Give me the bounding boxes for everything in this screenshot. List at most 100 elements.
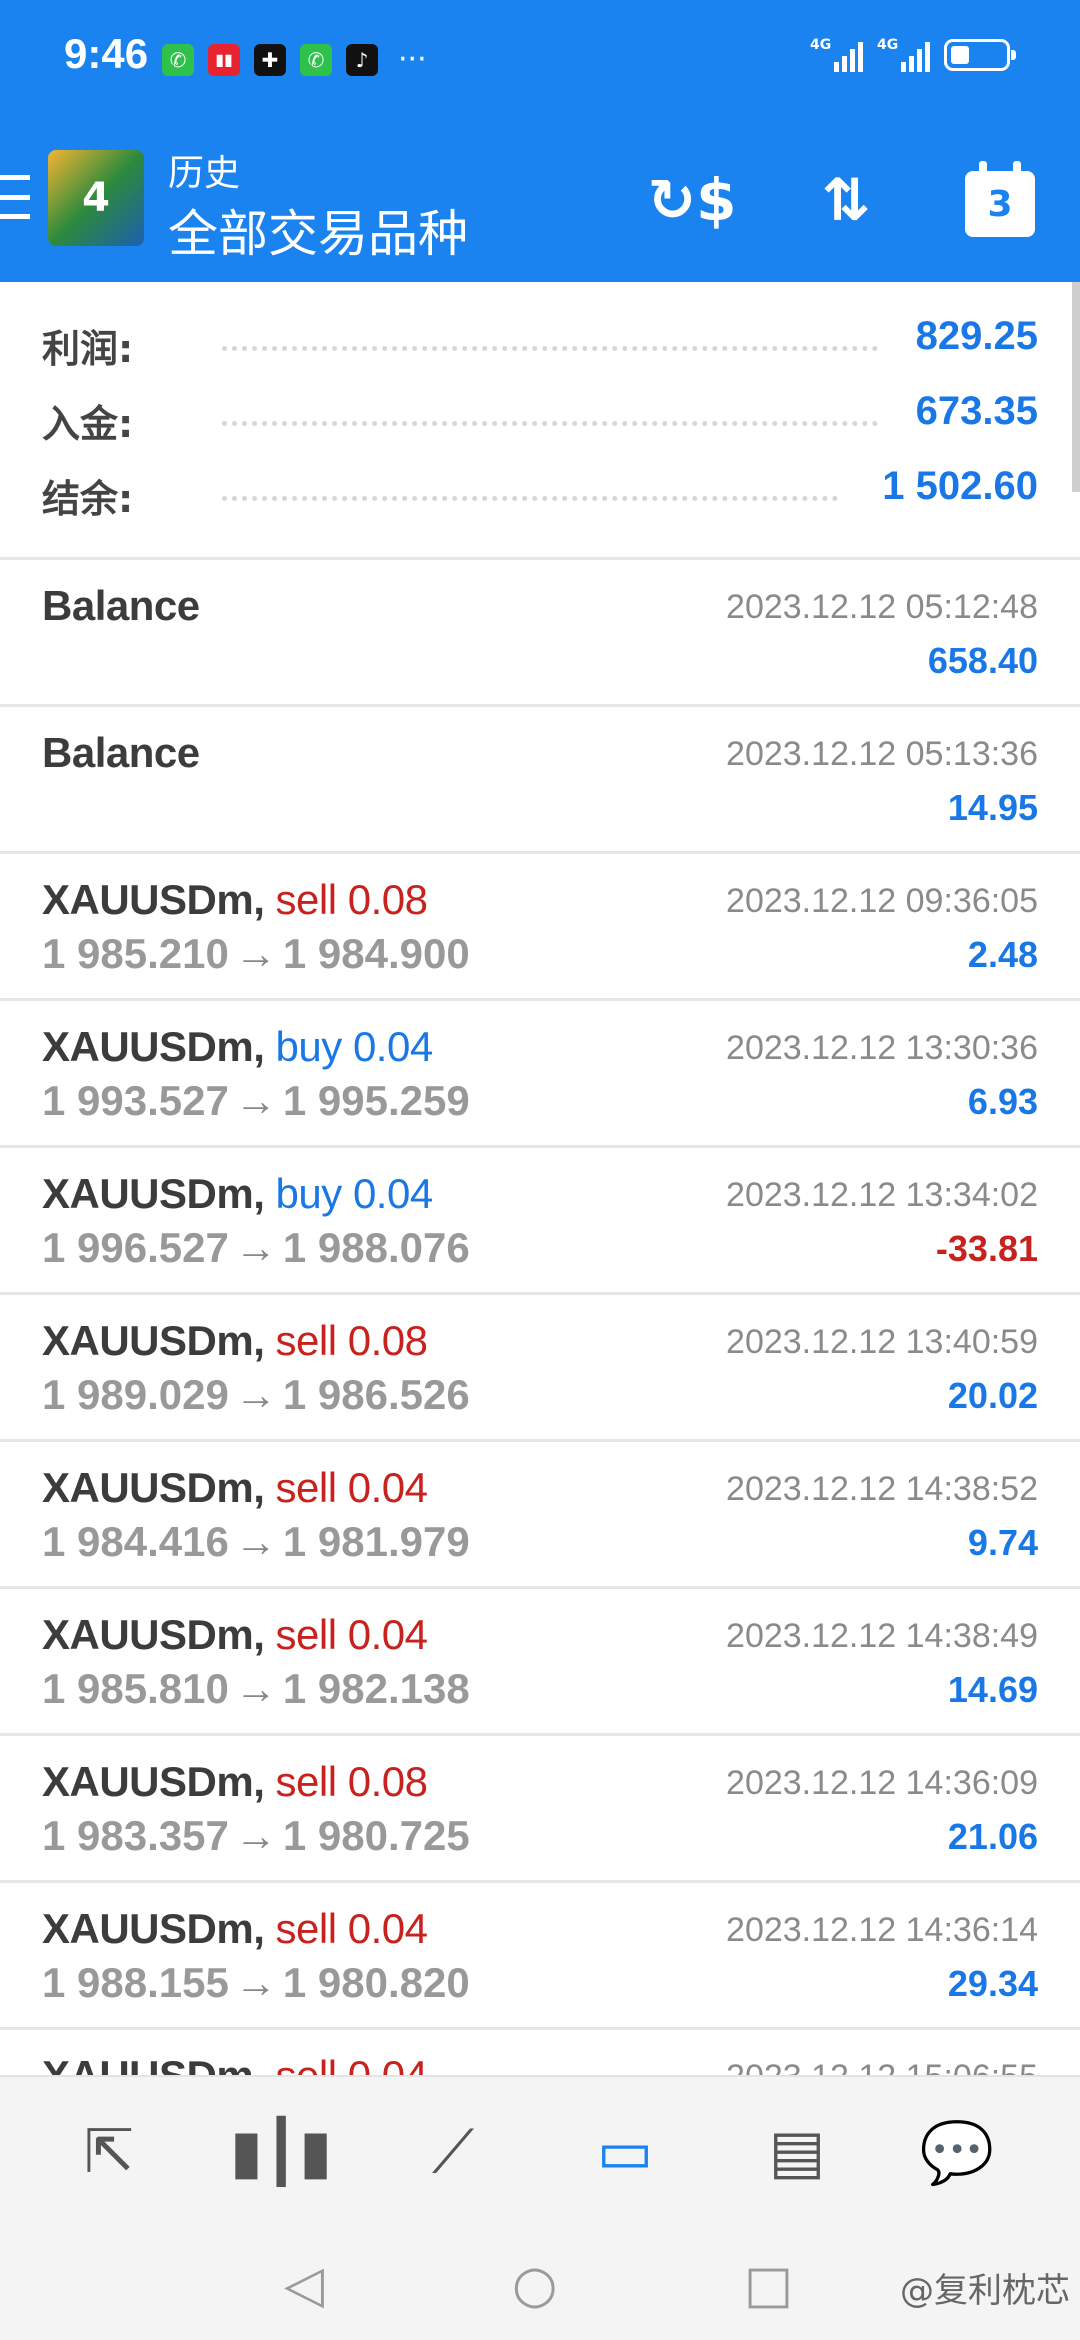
close-price: 1 988.076 xyxy=(282,1224,470,1271)
calendar-icon[interactable]: 3 xyxy=(960,160,1040,240)
arrow-right-icon: → xyxy=(234,1959,277,2006)
deal-side: buy 0.04 xyxy=(275,1023,434,1070)
deal-prices: 1 983.357 → 1 980.725 xyxy=(42,1812,470,1860)
menu-icon[interactable] xyxy=(0,175,30,219)
wechat-icon: ✆ xyxy=(300,43,332,76)
open-price: 1 985.210 xyxy=(42,930,229,977)
deal-datetime: 2023.12.12 14:38:49 xyxy=(726,1617,1038,1655)
arrow-right-icon: → xyxy=(234,1518,277,1565)
deal-row[interactable]: XAUUSDm, sell 0.08 1 989.029 → 1 986.526 202… xyxy=(0,1295,1080,1442)
deal-profit: 14.69 xyxy=(947,1669,1038,1710)
deal-row[interactable]: XAUUSDm, sell 0.04 1 988.155 → 1 980.820 202… xyxy=(0,1883,1080,2030)
deal-prices: 1 984.416 → 1 981.979 xyxy=(42,1518,470,1566)
deal-side: sell 0.04 xyxy=(275,1905,428,1952)
deal-side: sell 0.08 xyxy=(275,876,428,923)
symbol-filter[interactable]: 全部交易品种 xyxy=(168,194,468,266)
candlestick-chart-icon[interactable]: ▮┃▮ xyxy=(230,2107,332,2197)
more-notifications-icon: ··· xyxy=(398,42,427,77)
deal-row[interactable]: XAUUSDm, sell 0.04 1 985.810 → 1 982.138 202… xyxy=(0,1589,1080,1736)
open-price: 1 989.029 xyxy=(42,1371,229,1418)
deal-prices: 1 985.210 → 1 984.900 xyxy=(42,930,470,978)
deal-row[interactable]: XAUUSDm, buy 0.04 1 993.527 → 1 995.259 2023… xyxy=(0,1001,1080,1148)
arrow-right-icon: → xyxy=(234,1224,277,1271)
wechat-icon: ✆ xyxy=(162,43,194,76)
open-price: 1 985.810 xyxy=(42,1665,229,1712)
deal-prices: 1 996.527 → 1 988.076 xyxy=(42,1224,470,1272)
deal-row[interactable]: XAUUSDm, sell 0.08 1 983.357 → 1 980.725 202… xyxy=(0,1736,1080,1883)
deal-profit: 6.93 xyxy=(967,1081,1038,1122)
deal-profit: 29.34 xyxy=(947,1963,1038,2004)
deal-symbol: XAUUSDm, sell 0.04 xyxy=(42,1905,428,1952)
arrow-right-icon: → xyxy=(234,1077,277,1124)
deal-symbol: XAUUSDm, sell 0.08 xyxy=(42,876,428,923)
open-price: 1 983.357 xyxy=(42,1812,229,1859)
open-price: 1 984.416 xyxy=(42,1518,229,1565)
deal-symbol: XAUUSDm, buy 0.04 xyxy=(42,1170,433,1217)
arrow-right-icon: → xyxy=(234,1812,277,1859)
close-price: 1 995.259 xyxy=(282,1077,470,1124)
deal-side: sell 0.08 xyxy=(275,1758,428,1805)
top-bar: 9:46 ✆ ▮▮ ✚ ✆ ♪ ··· 4G 4G 4 历史 全部交易品种 ↻$… xyxy=(0,0,1080,282)
open-price: 1 988.155 xyxy=(42,1959,229,2006)
sort-icon[interactable]: ⇅ xyxy=(806,160,886,240)
summary-panel: 利润: 829.25 入金: 673.35 结余: 1 502.60 xyxy=(0,282,1080,560)
red-app-icon: ▮▮ xyxy=(208,43,240,76)
battery-icon xyxy=(944,39,1016,71)
deal-datetime: 2023.12.12 14:38:52 xyxy=(726,1470,1038,1508)
summary-label: 入金: xyxy=(42,402,134,446)
home-icon[interactable]: ○ xyxy=(512,2255,557,2315)
deal-datetime: 2023.12.12 05:12:48 xyxy=(726,588,1038,626)
news-icon[interactable]: ▤ xyxy=(752,2107,842,2197)
deals-list[interactable]: Balance 2023.12.12 05:12:48 658.40 Balance 2… xyxy=(0,560,1080,2075)
signal-icon: 4G xyxy=(810,38,863,72)
scrollbar[interactable] xyxy=(1072,282,1080,492)
deal-row[interactable]: XAUUSDm, buy 0.04 1 996.527 → 1 988.076 2023… xyxy=(0,1148,1080,1295)
black-app-icon: ✚ xyxy=(254,43,286,76)
deal-row[interactable]: XAUUSDm, sell 0.04 1 984.416 → 1 981.979 202… xyxy=(0,1442,1080,1589)
deal-profit: 9.74 xyxy=(967,1522,1038,1563)
deal-datetime: 2023.12.12 13:34:02 xyxy=(726,1176,1038,1214)
deal-profit: 21.06 xyxy=(947,1816,1038,1857)
deal-row[interactable]: XAUUSDm, sell 0.04 2023.12.12 15:06:55 xyxy=(0,2030,1080,2075)
deal-symbol: XAUUSDm, sell 0.04 xyxy=(42,2052,428,2075)
summary-profit-row: 利润: 829.25 xyxy=(42,310,1038,371)
metatrader-logo-icon: 4 xyxy=(48,150,144,246)
back-icon[interactable]: ◁ xyxy=(284,2255,324,2315)
summary-balance-row: 结余: 1 502.60 xyxy=(42,460,1038,521)
deal-profit: 658.40 xyxy=(927,640,1038,681)
deal-datetime: 2023.12.12 14:36:14 xyxy=(726,1911,1038,1949)
quotes-arrows-icon[interactable]: ⇱ xyxy=(64,2107,154,2197)
close-price: 1 982.138 xyxy=(282,1665,470,1712)
trade-line-icon[interactable]: ⟋ xyxy=(408,2107,498,2197)
deal-datetime: 2023.12.12 13:30:36 xyxy=(726,1029,1038,1067)
close-price: 1 980.820 xyxy=(282,1959,470,2006)
deal-datetime: 2023.12.12 15:06:55 xyxy=(726,2058,1038,2075)
summary-deposit-row: 入金: 673.35 xyxy=(42,385,1038,446)
deal-row[interactable]: XAUUSDm, sell 0.08 1 985.210 → 1 984.900 202… xyxy=(0,854,1080,1001)
tiktok-icon: ♪ xyxy=(346,43,378,76)
deal-profit: -33.81 xyxy=(935,1228,1038,1269)
open-price: 1 993.527 xyxy=(42,1077,229,1124)
deal-row[interactable]: Balance 2023.12.12 05:13:36 14.95 xyxy=(0,707,1080,854)
deal-symbol: Balance xyxy=(42,729,200,776)
signal-icon: 4G xyxy=(877,38,930,72)
close-price: 1 986.526 xyxy=(282,1371,470,1418)
close-price: 1 980.725 xyxy=(282,1812,470,1859)
deal-prices: 1 989.029 → 1 986.526 xyxy=(42,1371,470,1419)
deal-symbol: XAUUSDm, buy 0.04 xyxy=(42,1023,434,1070)
chat-bubble-icon[interactable]: 💬 xyxy=(912,2107,1002,2197)
deal-symbol: XAUUSDm, sell 0.04 xyxy=(42,1611,428,1658)
deal-row[interactable]: Balance 2023.12.12 05:12:48 658.40 xyxy=(0,560,1080,707)
close-price: 1 984.900 xyxy=(282,930,470,977)
deal-side: sell 0.04 xyxy=(264,2052,428,2075)
recents-icon[interactable]: □ xyxy=(744,2255,793,2315)
currency-exchange-icon[interactable]: ↻$ xyxy=(648,160,737,240)
deal-side: sell 0.08 xyxy=(275,1317,428,1364)
deal-datetime: 2023.12.12 09:36:05 xyxy=(726,882,1038,920)
history-inbox-icon[interactable]: ▭ xyxy=(580,2107,670,2197)
summary-label: 结余: xyxy=(42,477,134,521)
deal-side: sell 0.04 xyxy=(275,1464,428,1511)
deal-prices: 1 985.810 → 1 982.138 xyxy=(42,1665,470,1713)
status-bar: 9:46 ✆ ▮▮ ✚ ✆ ♪ ··· 4G 4G xyxy=(0,0,1080,120)
deal-prices: 1 993.527 → 1 995.259 xyxy=(42,1077,470,1125)
